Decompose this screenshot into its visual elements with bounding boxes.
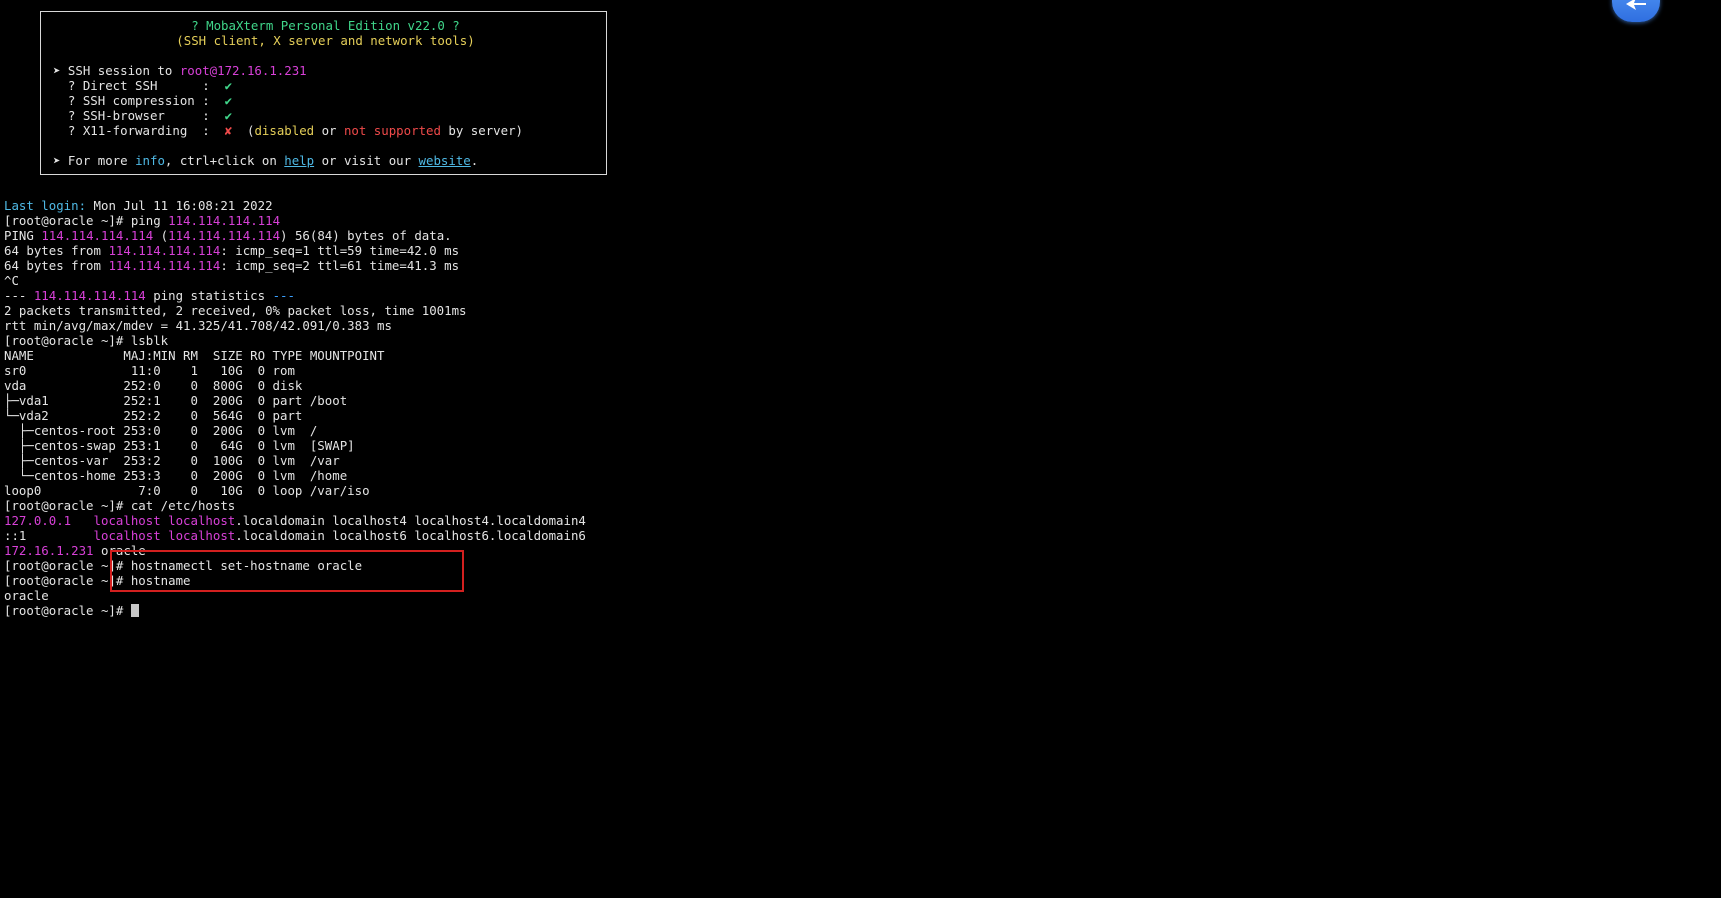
lsblk-row: └─vda2 252:2 0 564G 0 part (4, 408, 303, 423)
more-prefix: ➤ For more (53, 153, 136, 168)
feature-ssh-compression: ? SSH compression : ✔ (53, 93, 598, 108)
x11-or: or (314, 123, 344, 138)
banner-title: ? MobaXterm Personal Edition v22.0 ? (191, 18, 460, 33)
output-text: : icmp_seq=1 ttl=59 time=42.0 ms (220, 243, 460, 258)
more-or: or visit our (314, 153, 419, 168)
output-text: 64 bytes from (4, 243, 109, 258)
check-icon: ✔ (224, 78, 233, 93)
feature-label: ? X11-forwarding : (53, 123, 225, 138)
lsblk-row: sr0 11:0 1 10G 0 rom (4, 363, 295, 378)
ip-address: ::1 (4, 528, 27, 543)
more-end: . (470, 153, 479, 168)
output-line: PING 114.114.114.114 (114.114.114.114) 5… (4, 228, 1714, 243)
output-line: rtt min/avg/max/mdev = 41.325/41.708/42.… (4, 318, 392, 333)
hostname-text: localhost localhost (93, 528, 236, 543)
hosts-line: ::1 localhost localhost.localdomain loca… (4, 528, 1714, 543)
output-text: : icmp_seq=2 ttl=61 time=41.3 ms (220, 258, 460, 273)
x11-not-supported: not supported (343, 123, 441, 138)
output-text: ) 56(84) bytes of data. (280, 228, 452, 243)
session-host: root@172.16.1.231 (179, 63, 307, 78)
output-line: 64 bytes from 114.114.114.114: icmp_seq=… (4, 258, 1714, 273)
floating-assistant-icon[interactable] (1612, 0, 1660, 22)
last-login-label: Last login: (4, 198, 87, 213)
session-prefix: ➤ SSH session to (53, 63, 180, 78)
lsblk-row: vda 252:0 0 800G 0 disk (4, 378, 303, 393)
banner-session-line: ➤ SSH session to root@172.16.1.231 (53, 63, 598, 78)
shell-prompt: [root@oracle ~]# (4, 333, 131, 348)
output-text: .localdomain localhost4 localhost4.local… (235, 513, 586, 528)
ip-address: 172.16.1.231 (4, 543, 94, 558)
ip-address: 114.114.114.114 (41, 228, 154, 243)
feature-label: ? SSH-browser : (53, 108, 225, 123)
lsblk-row: loop0 7:0 0 10G 0 loop /var/iso (4, 483, 370, 498)
output-line: 64 bytes from 114.114.114.114: icmp_seq=… (4, 243, 1714, 258)
welcome-banner: ? MobaXterm Personal Edition v22.0 ? (SS… (40, 11, 607, 175)
command-line: [root@oracle ~]# (4, 603, 1714, 618)
ip-address: 114.114.114.114 (33, 288, 146, 303)
ip-address: 114.114.114.114 (108, 258, 221, 273)
feature-x11-forwarding: ? X11-forwarding : ✘ (disabled or not su… (53, 123, 598, 138)
output-line: ^C (4, 273, 19, 288)
shell-prompt: [root@oracle ~]# (4, 603, 131, 618)
help-link[interactable]: help (284, 153, 314, 168)
text-cursor (130, 604, 139, 617)
output-text: ( (153, 228, 169, 243)
ip-address: 127.0.0.1 (4, 513, 72, 528)
banner-more-line: ➤ For more info, ctrl+click on help or v… (53, 153, 598, 168)
output-text: 64 bytes from (4, 258, 109, 273)
command-text: lsblk (130, 333, 169, 348)
x11-paren: ( (232, 123, 255, 138)
banner-subtitle: (SSH client, X server and network tools) (176, 33, 475, 48)
arrow-icon (1626, 0, 1646, 10)
command-text: cat /etc/hosts (130, 498, 236, 513)
check-icon: ✔ (224, 93, 233, 108)
feature-ssh-browser: ? SSH-browser : ✔ (53, 108, 598, 123)
info-link[interactable]: info (135, 153, 165, 168)
lsblk-row: ├─centos-swap 253:1 0 64G 0 lvm [SWAP] (4, 438, 355, 453)
feature-direct-ssh: ? Direct SSH : ✔ (53, 78, 598, 93)
output-line: 2 packets transmitted, 2 received, 0% pa… (4, 303, 467, 318)
output-text: --- (272, 288, 295, 303)
x11-by-server: by server) (440, 123, 524, 138)
cross-icon: ✘ (224, 123, 233, 138)
lsblk-row: └─centos-home 253:3 0 200G 0 lvm /home (4, 468, 348, 483)
lsblk-row: ├─vda1 252:1 0 200G 0 part /boot (4, 393, 348, 408)
lsblk-row: ├─centos-var 253:2 0 100G 0 lvm /var (4, 453, 340, 468)
website-link[interactable]: website (419, 153, 471, 168)
welcome-banner-content: ? MobaXterm Personal Edition v22.0 ? (SS… (53, 18, 598, 168)
command-line: [root@oracle ~]# cat /etc/hosts (4, 498, 1714, 513)
command-line: [root@oracle ~]# lsblk (4, 333, 1714, 348)
more-mid: , ctrl+click on (164, 153, 285, 168)
output-text: PING (4, 228, 42, 243)
banner-blank (53, 48, 598, 63)
output-text: ping statistics (145, 288, 273, 303)
output-line: --- 114.114.114.114 ping statistics --- (4, 288, 1714, 303)
command-text: ping (130, 213, 169, 228)
shell-prompt: [root@oracle ~]# (4, 498, 131, 513)
check-icon: ✔ (224, 108, 233, 123)
last-login-value: Mon Jul 11 16:08:21 2022 (86, 198, 273, 213)
feature-label: ? Direct SSH : (53, 78, 225, 93)
feature-label: ? SSH compression : (53, 93, 225, 108)
output-text: .localdomain localhost6 localhost6.local… (235, 528, 586, 543)
output-text: --- (4, 288, 34, 303)
hosts-line: 127.0.0.1 localhost localhost.localdomai… (4, 513, 1714, 528)
command-line: [root@oracle ~]# ping 114.114.114.114 (4, 213, 1714, 228)
lsblk-row: NAME MAJ:MIN RM SIZE RO TYPE MOUNTPOINT (4, 348, 385, 363)
ip-address: 114.114.114.114 (168, 228, 281, 243)
hostname-text: localhost localhost (93, 513, 236, 528)
ip-address: 114.114.114.114 (108, 243, 221, 258)
lsblk-row: ├─centos-root 253:0 0 200G 0 lvm / (4, 423, 318, 438)
banner-blank (53, 138, 598, 153)
last-login-line: Last login: Mon Jul 11 16:08:21 2022 (4, 198, 1714, 213)
annotation-highlight-box (110, 550, 464, 592)
ip-address: 114.114.114.114 (168, 213, 281, 228)
shell-prompt: [root@oracle ~]# (4, 213, 131, 228)
x11-disabled: disabled (254, 123, 315, 138)
